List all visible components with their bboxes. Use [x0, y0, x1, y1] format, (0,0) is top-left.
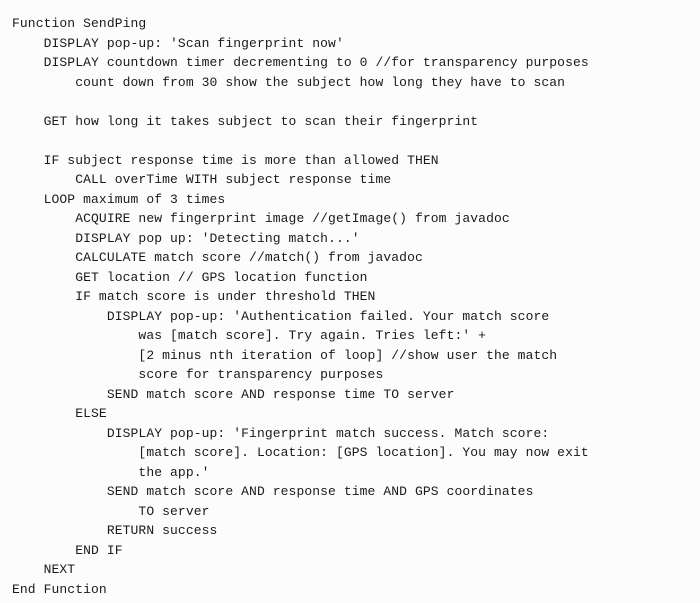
code-line: CALCULATE match score //match() from jav… — [12, 250, 423, 265]
code-line: DISPLAY pop-up: 'Scan fingerprint now' — [12, 36, 344, 51]
code-line: GET location // GPS location function — [12, 270, 368, 285]
code-line: SEND match score AND response time TO se… — [12, 387, 454, 402]
code-line: IF match score is under threshold THEN — [12, 289, 375, 304]
code-line: DISPLAY pop-up: 'Authentication failed. … — [12, 309, 549, 324]
code-line: DISPLAY pop up: 'Detecting match...' — [12, 231, 360, 246]
code-line: NEXT — [12, 562, 75, 577]
code-line: DISPLAY pop-up: 'Fingerprint match succe… — [12, 426, 549, 441]
code-line: count down from 30 show the subject how … — [12, 75, 565, 90]
code-line: ACQUIRE new fingerprint image //getImage… — [12, 211, 510, 226]
code-line: was [match score]. Try again. Tries left… — [12, 328, 486, 343]
code-line: ELSE — [12, 406, 107, 421]
code-line: CALL overTime WITH subject response time — [12, 172, 391, 187]
code-line: [match score]. Location: [GPS location].… — [12, 445, 589, 460]
code-line: End Function — [12, 582, 107, 597]
code-line: DISPLAY countdown timer decrementing to … — [12, 55, 589, 70]
pseudocode-block: Function SendPing DISPLAY pop-up: 'Scan … — [0, 0, 700, 603]
code-line: RETURN success — [12, 523, 217, 538]
code-line: TO server — [12, 504, 210, 519]
code-line: IF subject response time is more than al… — [12, 153, 439, 168]
code-line: the app.' — [12, 465, 210, 480]
code-line: END IF — [12, 543, 123, 558]
code-line: SEND match score AND response time AND G… — [12, 484, 533, 499]
code-line: [2 minus nth iteration of loop] //show u… — [12, 348, 557, 363]
code-line: GET how long it takes subject to scan th… — [12, 114, 478, 129]
code-line: score for transparency purposes — [12, 367, 383, 382]
code-line: Function SendPing — [12, 16, 146, 31]
code-line: LOOP maximum of 3 times — [12, 192, 225, 207]
